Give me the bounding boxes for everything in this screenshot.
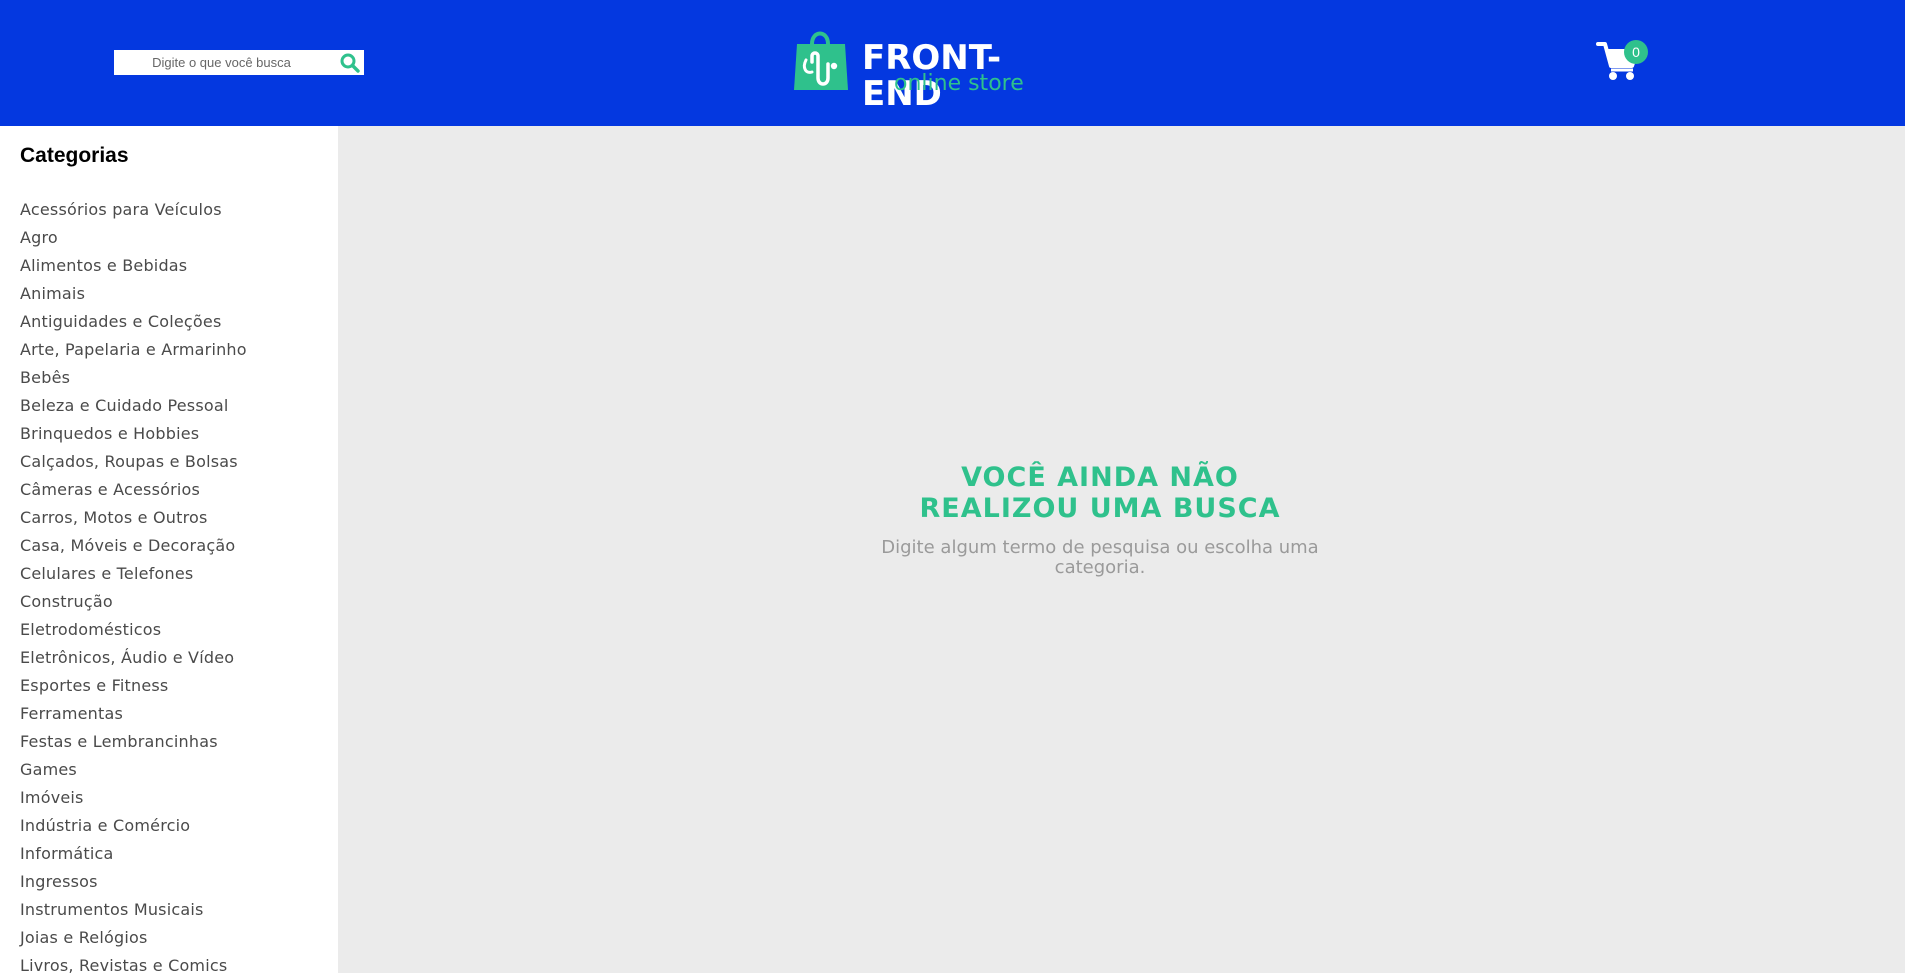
category-item[interactable]: Ingressos [20,868,247,896]
logo-subtitle: online store [894,71,1024,96]
category-item[interactable]: Casa, Móveis e Decoração [20,532,247,560]
empty-state: VOCÊ AINDA NÃO REALIZOU UMA BUSCA Digite… [880,462,1320,578]
category-item[interactable]: Livros, Revistas e Comics [20,952,247,973]
category-item[interactable]: Beleza e Cuidado Pessoal [20,392,247,420]
category-item[interactable]: Alimentos e Bebidas [20,252,247,280]
empty-state-title: VOCÊ AINDA NÃO REALIZOU UMA BUSCA [919,462,1281,524]
category-item[interactable]: Antiguidades e Coleções [20,308,247,336]
category-sidebar: Categorias Acessórios para Veículos Agro A… [0,126,338,973]
header: FRONT-END online store 0 [0,0,1905,126]
category-item[interactable]: Esportes e Fitness [20,672,247,700]
category-item[interactable]: Eletrodomésticos [20,616,247,644]
category-item[interactable]: Eletrônicos, Áudio e Vídeo [20,644,247,672]
category-item[interactable]: Brinquedos e Hobbies [20,420,247,448]
sidebar-title: Categorias [20,144,129,167]
category-item[interactable]: Instrumentos Musicais [20,896,247,924]
category-item[interactable]: Ferramentas [20,700,247,728]
category-item[interactable]: Arte, Papelaria e Armarinho [20,336,247,364]
search-bar [114,50,364,75]
category-item[interactable]: Carros, Motos e Outros [20,504,247,532]
category-list: Acessórios para Veículos Agro Alimentos e … [20,196,247,973]
category-item[interactable]: Acessórios para Veículos [20,196,247,224]
category-item[interactable]: Câmeras e Acessórios [20,476,247,504]
logo[interactable]: FRONT-END online store [792,26,1062,112]
search-input[interactable] [114,51,329,74]
category-item[interactable]: Bebês [20,364,247,392]
category-item[interactable]: Calçados, Roupas e Bolsas [20,448,247,476]
category-item[interactable]: Construção [20,588,247,616]
empty-state-subtitle: Digite algum termo de pesquisa ou escolh… [881,537,1319,578]
category-item[interactable]: Joias e Relógios [20,924,247,952]
cart-count-badge: 0 [1624,40,1648,64]
category-item[interactable]: Informática [20,840,247,868]
search-icon[interactable] [339,52,361,74]
category-item[interactable]: Animais [20,280,247,308]
category-item[interactable]: Celulares e Telefones [20,560,247,588]
shopping-bag-icon [794,31,848,90]
category-item[interactable]: Festas e Lembrancinhas [20,728,247,756]
category-item[interactable]: Indústria e Comércio [20,812,247,840]
category-item[interactable]: Games [20,756,247,784]
category-item[interactable]: Imóveis [20,784,247,812]
category-item[interactable]: Agro [20,224,247,252]
